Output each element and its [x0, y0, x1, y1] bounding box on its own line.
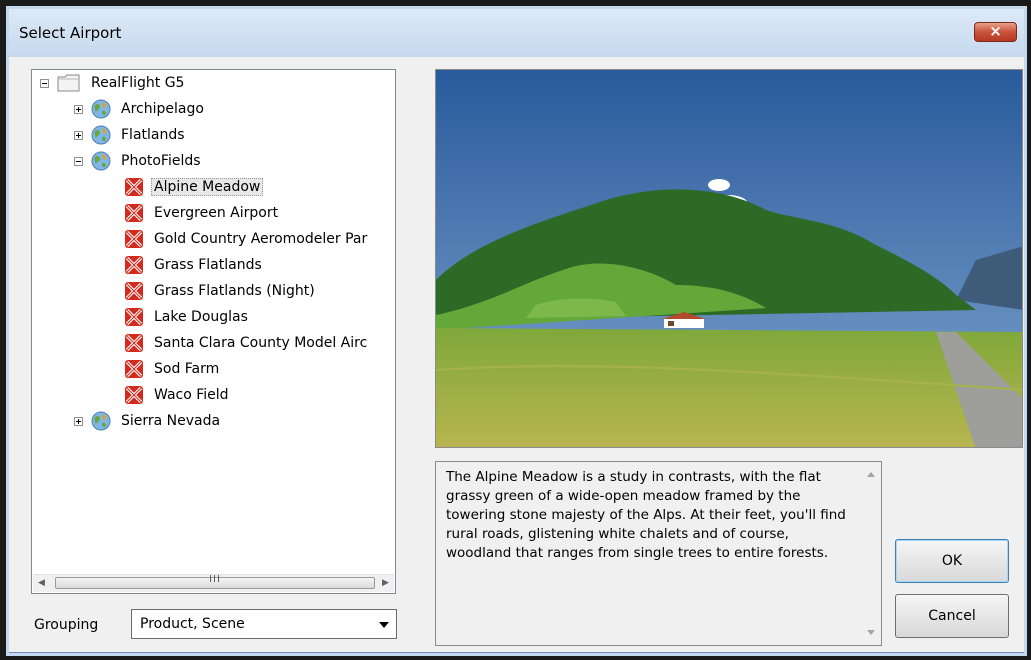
dialog-window: Select Airport × RealFlight G5 Archipela…: [0, 0, 1031, 660]
dialog-frame: Select Airport × RealFlight G5 Archipela…: [9, 9, 1024, 653]
grouping-select[interactable]: Product, Scene: [131, 609, 397, 639]
ok-button[interactable]: OK: [895, 539, 1009, 583]
tree-item-sod-farm[interactable]: Sod Farm: [124, 357, 222, 381]
airport-icon: [124, 359, 144, 379]
tree-node-label: Archipelago: [121, 101, 204, 117]
tree-item-lake-douglas[interactable]: Lake Douglas: [124, 305, 251, 329]
tree-node-flatlands[interactable]: Flatlands: [74, 123, 188, 147]
airport-description-box[interactable]: The Alpine Meadow is a study in contrast…: [435, 461, 882, 646]
scroll-thumb[interactable]: III: [55, 574, 375, 589]
tree-node-root[interactable]: RealFlight G5: [40, 71, 187, 95]
airport-description: The Alpine Meadow is a study in contrast…: [446, 469, 846, 561]
globe-icon: [91, 125, 111, 145]
airport-icon: [124, 255, 144, 275]
tree-item-waco-field[interactable]: Waco Field: [124, 383, 232, 407]
grouping-label: Grouping: [34, 617, 99, 633]
title-bar[interactable]: Select Airport ×: [9, 9, 1024, 57]
tree-horizontal-scrollbar[interactable]: ◀ III ▶: [33, 574, 394, 592]
globe-icon: [91, 99, 111, 119]
tree-item-label: Alpine Meadow: [151, 178, 264, 196]
tree-item-label: Evergreen Airport: [154, 205, 279, 221]
expand-icon[interactable]: [74, 104, 83, 114]
dialog-body: RealFlight G5 Archipelago Flatlands Phot…: [9, 57, 1024, 652]
airport-icon: [124, 281, 144, 301]
tree-item-label: Gold Country Aeromodeler Par: [154, 231, 368, 247]
close-icon: ×: [989, 22, 1002, 40]
airport-icon: [124, 307, 144, 327]
airport-preview-image: [435, 69, 1023, 448]
expand-icon[interactable]: [74, 416, 83, 426]
tree-node-label: RealFlight G5: [91, 75, 185, 91]
tree-item-gold-country[interactable]: Gold Country Aeromodeler Par: [124, 227, 370, 251]
tree-item-label: Sod Farm: [154, 361, 220, 377]
tree-node-sierra-nevada[interactable]: Sierra Nevada: [74, 409, 223, 433]
globe-icon: [91, 411, 111, 431]
airport-icon: [124, 385, 144, 405]
collapse-icon[interactable]: [74, 156, 83, 166]
airport-icon: [124, 203, 144, 223]
cancel-button[interactable]: Cancel: [895, 594, 1009, 638]
dropdown-arrow-icon[interactable]: [375, 613, 393, 635]
close-button[interactable]: ×: [974, 22, 1017, 42]
scroll-up-icon[interactable]: [867, 472, 875, 477]
scroll-right-icon[interactable]: ▶: [377, 575, 394, 592]
tree-item-label: Santa Clara County Model Airc: [154, 335, 368, 351]
grouping-value: Product, Scene: [140, 616, 245, 632]
tree-item-label: Lake Douglas: [154, 309, 248, 325]
expand-icon[interactable]: [74, 130, 83, 140]
collapse-icon[interactable]: [40, 78, 49, 88]
window-title: Select Airport: [19, 24, 122, 42]
airport-tree[interactable]: RealFlight G5 Archipelago Flatlands Phot…: [31, 69, 396, 594]
folder-icon: [57, 73, 81, 93]
tree-item-alpine-meadow[interactable]: Alpine Meadow: [124, 175, 264, 199]
tree-node-photofields[interactable]: PhotoFields: [74, 149, 204, 173]
scroll-grip-icon: III: [209, 574, 221, 585]
tree-item-grass-flatlands-night[interactable]: Grass Flatlands (Night): [124, 279, 318, 303]
tree-item-grass-flatlands[interactable]: Grass Flatlands: [124, 253, 265, 277]
scroll-left-icon[interactable]: ◀: [33, 575, 50, 592]
tree-item-label: Grass Flatlands (Night): [154, 283, 315, 299]
tree-item-label: Waco Field: [154, 387, 229, 403]
tree-item-santa-clara[interactable]: Santa Clara County Model Airc: [124, 331, 370, 355]
landscape-photo: [436, 70, 1022, 447]
airport-icon: [124, 177, 144, 197]
airport-icon: [124, 229, 144, 249]
airport-icon: [124, 333, 144, 353]
tree-node-archipelago[interactable]: Archipelago: [74, 97, 207, 121]
tree-node-label: PhotoFields: [121, 153, 201, 169]
description-vertical-scrollbar[interactable]: [863, 463, 880, 644]
tree-node-label: Flatlands: [121, 127, 185, 143]
globe-icon: [91, 151, 111, 171]
tree-item-evergreen-airport[interactable]: Evergreen Airport: [124, 201, 281, 225]
scroll-down-icon[interactable]: [867, 630, 875, 635]
tree-item-label: Grass Flatlands: [154, 257, 262, 273]
tree-node-label: Sierra Nevada: [121, 413, 221, 429]
